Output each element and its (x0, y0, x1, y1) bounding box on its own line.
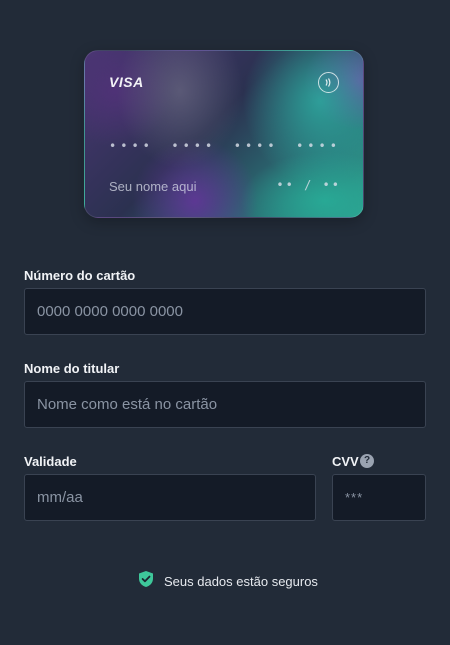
contactless-icon (318, 72, 339, 93)
holder-name-input[interactable] (24, 381, 426, 428)
credit-card-preview: VISA •••• •••• •••• •••• Seu nome aqui •… (84, 50, 364, 218)
card-brand-logo: VISA (109, 74, 144, 90)
cvv-input[interactable] (332, 474, 426, 521)
card-number-input[interactable] (24, 288, 426, 335)
card-holder-display: Seu nome aqui (109, 179, 197, 194)
card-number-label: Número do cartão (24, 268, 136, 283)
card-number-group: •••• (233, 139, 279, 153)
card-number-group: •••• (109, 139, 154, 153)
question-circle-icon[interactable]: ? (360, 454, 374, 468)
security-notice: Seus dados estão seguros (138, 570, 318, 593)
expiry-label: Validade (24, 454, 77, 469)
security-notice-text: Seus dados estão seguros (164, 574, 318, 589)
holder-name-label: Nome do titular (24, 361, 120, 376)
payment-form-page: VISA •••• •••• •••• •••• Seu nome aqui •… (0, 0, 450, 645)
card-expiry-display: •• / •• (276, 178, 341, 192)
expiry-input[interactable] (24, 474, 316, 521)
cvv-label: CVV (332, 454, 359, 469)
card-number-group: •••• (171, 139, 217, 153)
shield-check-icon (138, 570, 154, 593)
card-number-group: •••• (296, 139, 341, 153)
card-number-display: •••• •••• •••• •••• (109, 139, 341, 153)
